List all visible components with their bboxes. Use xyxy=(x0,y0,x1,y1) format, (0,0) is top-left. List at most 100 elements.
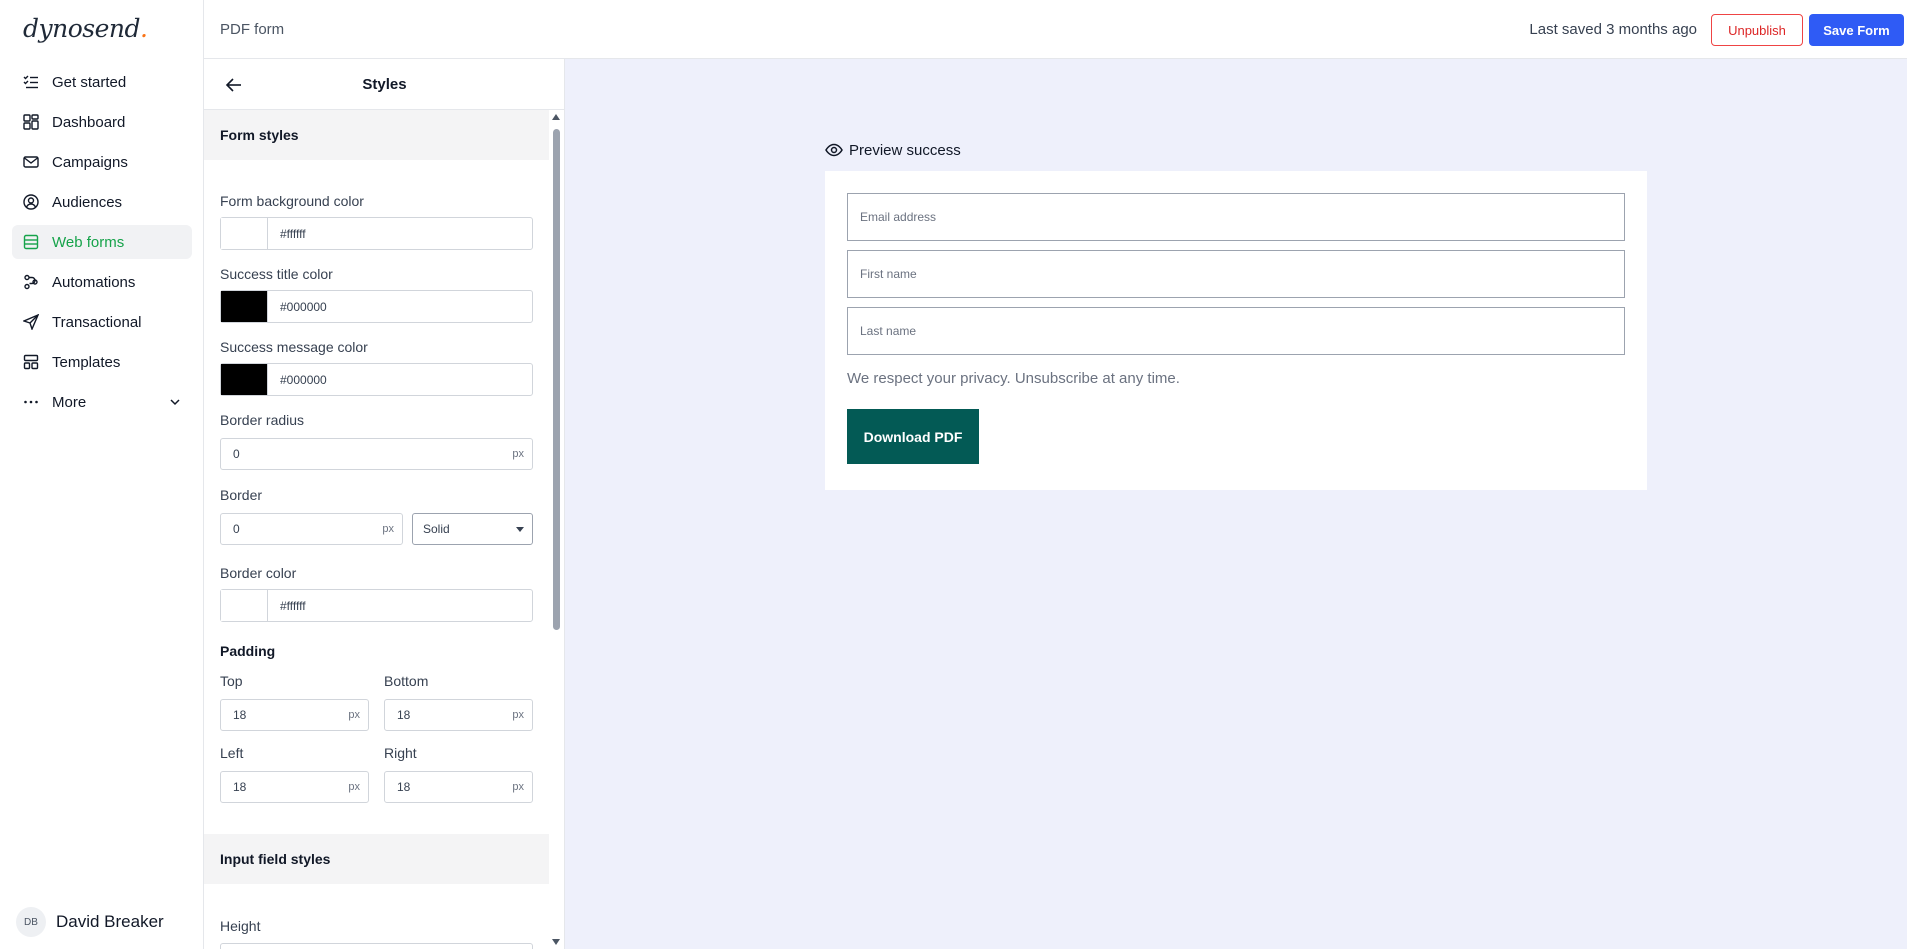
mail-icon xyxy=(22,153,40,171)
padding-top-label: Top xyxy=(220,673,243,689)
sidebar-item-label: Transactional xyxy=(52,313,142,331)
send-icon xyxy=(22,313,40,331)
unit-label: px xyxy=(512,781,524,793)
preview-success-toggle[interactable]: Preview success xyxy=(825,141,961,159)
unpublish-button[interactable]: Unpublish xyxy=(1711,14,1803,46)
save-form-button[interactable]: Save Form xyxy=(1809,14,1904,46)
chevron-down-icon xyxy=(168,395,182,409)
automation-icon xyxy=(22,273,40,291)
scroll-up-icon[interactable] xyxy=(552,114,560,120)
padding-left-input[interactable] xyxy=(221,780,349,794)
privacy-text: We respect your privacy. Unsubscribe at … xyxy=(847,370,1180,387)
sidebar-item-label: Templates xyxy=(52,353,121,371)
sidebar-item-web-forms[interactable]: Web forms xyxy=(12,225,192,259)
form-background-color-swatch[interactable] xyxy=(221,218,268,249)
success-message-color-swatch[interactable] xyxy=(221,364,268,395)
logo[interactable]: dynosend. xyxy=(23,14,148,43)
sidebar-item-audiences[interactable]: Audiences xyxy=(12,185,192,219)
border-style-value: Solid xyxy=(423,522,450,536)
padding-right-input[interactable] xyxy=(385,780,513,794)
user-circle-icon xyxy=(22,193,40,211)
styles-panel: Styles Form styles Form background color… xyxy=(204,59,565,949)
section-input-field-styles[interactable]: Input field styles xyxy=(204,834,549,884)
section-form-styles[interactable]: Form styles xyxy=(204,110,549,160)
sidebar-item-campaigns[interactable]: Campaigns xyxy=(12,145,192,179)
border-color-label: Border color xyxy=(220,565,297,581)
eye-icon xyxy=(825,141,843,159)
border-color-input[interactable] xyxy=(268,590,532,621)
panel-header: Styles xyxy=(204,59,564,110)
padding-left-label: Left xyxy=(220,745,244,761)
email-field[interactable] xyxy=(847,193,1625,241)
last-saved-status: Last saved 3 months ago xyxy=(1529,21,1697,38)
padding-bottom-input[interactable] xyxy=(385,708,513,722)
sidebar-item-label: Campaigns xyxy=(52,153,128,171)
success-title-color-input[interactable] xyxy=(268,291,532,322)
panel-scroll-content: Form styles Form background color Succes… xyxy=(204,110,564,949)
sidebar-item-label: Web forms xyxy=(52,233,125,251)
border-color-field xyxy=(220,589,533,622)
success-title-color-swatch[interactable] xyxy=(221,291,268,322)
border-radius-label: Border radius xyxy=(220,412,305,428)
sidebar-nav: Get started Dashboard Campaigns Audience… xyxy=(12,65,192,425)
border-style-select[interactable]: Solid xyxy=(412,513,533,545)
sidebar-item-label: More xyxy=(52,393,87,411)
unit-label: px xyxy=(512,709,524,721)
template-icon xyxy=(22,353,40,371)
scroll-down-icon[interactable] xyxy=(552,939,560,945)
form-name: PDF form xyxy=(220,21,285,38)
border-label: Border xyxy=(220,487,263,503)
sidebar-item-more[interactable]: More xyxy=(12,385,192,419)
border-color-swatch[interactable] xyxy=(221,590,268,621)
success-message-color-input[interactable] xyxy=(268,364,532,395)
padding-bottom-label: Bottom xyxy=(384,673,429,689)
sidebar: dynosend. Get started Dashboard Campaign… xyxy=(0,0,204,949)
dashboard-icon xyxy=(22,113,40,131)
sidebar-item-label: Dashboard xyxy=(52,113,126,131)
sidebar-item-automations[interactable]: Automations xyxy=(12,265,192,299)
unit-label: px xyxy=(348,781,360,793)
border-width-input[interactable] xyxy=(221,522,383,536)
padding-left-field: px xyxy=(220,771,369,803)
unit-label: px xyxy=(382,523,394,535)
success-message-color-label: Success message color xyxy=(220,339,368,355)
border-radius-field: px xyxy=(220,438,533,470)
sidebar-item-templates[interactable]: Templates xyxy=(12,345,192,379)
success-title-color-field xyxy=(220,290,533,323)
unit-label: px xyxy=(512,448,524,460)
height-label: Height xyxy=(220,918,261,934)
padding-bottom-field: px xyxy=(384,699,533,731)
form-background-color-field xyxy=(220,217,533,250)
padding-heading: Padding xyxy=(220,643,276,659)
form-preview-card: We respect your privacy. Unsubscribe at … xyxy=(825,171,1647,490)
success-title-color-label: Success title color xyxy=(220,266,333,282)
caret-down-icon xyxy=(516,526,524,532)
panel-title: Styles xyxy=(362,76,407,93)
form-icon xyxy=(22,233,40,251)
border-width-field: px xyxy=(220,513,403,545)
sidebar-item-label: Automations xyxy=(52,273,136,291)
last-name-field[interactable] xyxy=(847,307,1625,355)
success-message-color-field xyxy=(220,363,533,396)
download-pdf-button[interactable]: Download PDF xyxy=(847,409,979,464)
border-radius-input[interactable] xyxy=(221,447,513,461)
padding-top-input[interactable] xyxy=(221,708,349,722)
preview-success-label: Preview success xyxy=(849,141,961,159)
user-profile[interactable]: DB David Breaker xyxy=(16,907,164,937)
sidebar-item-label: Get started xyxy=(52,73,127,91)
sidebar-item-dashboard[interactable]: Dashboard xyxy=(12,105,192,139)
unit-label: px xyxy=(348,709,360,721)
checklist-icon xyxy=(22,73,40,91)
form-background-color-label: Form background color xyxy=(220,193,364,209)
height-field[interactable] xyxy=(220,943,533,949)
first-name-field[interactable] xyxy=(847,250,1625,298)
more-dots-icon xyxy=(22,393,40,411)
padding-top-field: px xyxy=(220,699,369,731)
sidebar-item-get-started[interactable]: Get started xyxy=(12,65,192,99)
sidebar-item-transactional[interactable]: Transactional xyxy=(12,305,192,339)
top-bar: PDF form Last saved 3 months ago Unpubli… xyxy=(204,0,1907,59)
form-background-color-input[interactable] xyxy=(268,218,532,249)
scrollbar-thumb[interactable] xyxy=(553,129,560,630)
padding-right-field: px xyxy=(384,771,533,803)
avatar: DB xyxy=(16,907,46,937)
